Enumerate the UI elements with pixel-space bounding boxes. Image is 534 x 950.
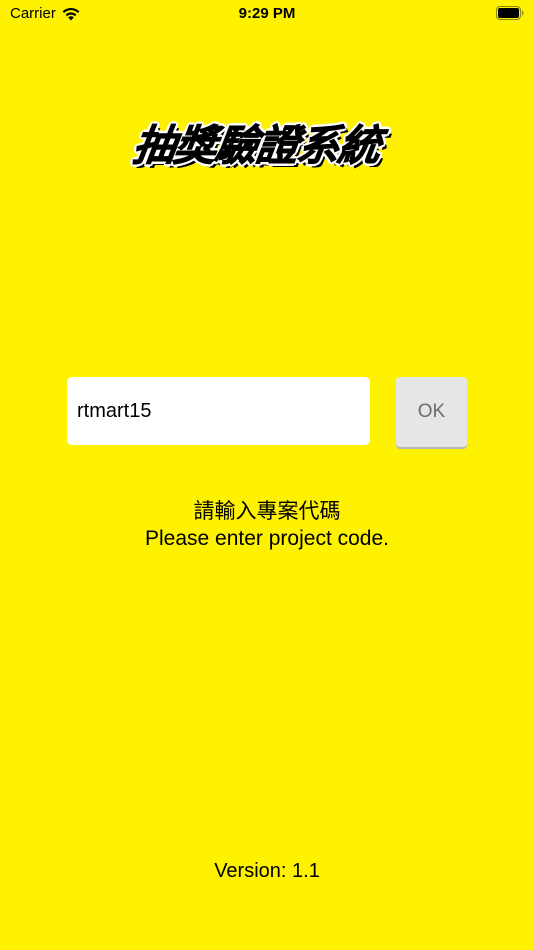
version-label: Version: 1.1 (214, 860, 320, 882)
project-code-input[interactable] (67, 377, 370, 445)
prompt-chinese: 請輸入專案代碼 (193, 500, 341, 523)
battery-full-icon (496, 6, 524, 20)
app-logo: 抽獎驗證系統 (92, 68, 422, 216)
ok-button[interactable]: OK (396, 377, 467, 447)
app-logo-text: 抽獎驗證系統 (130, 120, 384, 170)
prompt-english: Please enter project code. (145, 527, 389, 550)
status-time: 9:29 PM (238, 5, 296, 22)
prompt-text: 請輸入專案代碼 Please enter project code. (0, 498, 534, 552)
status-bar: Carrier 9:29 PM (0, 0, 534, 30)
